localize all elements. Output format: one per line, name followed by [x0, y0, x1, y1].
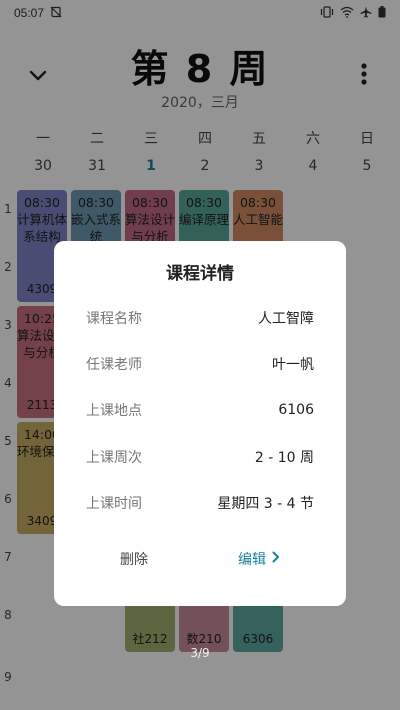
dialog-actions: 删除 编辑: [54, 549, 346, 573]
detail-row-teacher: 任课老师 叶一帆: [86, 353, 314, 375]
detail-row-time: 上课时间 星期四 3 - 4 节: [86, 492, 314, 514]
detail-row-course-name: 课程名称 人工智障: [86, 307, 314, 329]
detail-row-weeks: 上课周次 2 - 10 周: [86, 446, 314, 468]
edit-button[interactable]: 编辑: [238, 549, 280, 569]
detail-label: 任课老师: [86, 357, 142, 373]
detail-label: 上课周次: [86, 450, 142, 466]
detail-value: 人工智障: [258, 311, 314, 327]
detail-row-location: 上课地点 6106: [86, 399, 314, 421]
detail-value: 2 - 10 周: [254, 450, 314, 466]
detail-label: 课程名称: [86, 311, 142, 327]
detail-value: 6106: [278, 402, 314, 418]
chevron-right-icon: [272, 551, 280, 567]
detail-value: 星期四 3 - 4 节: [217, 496, 314, 512]
detail-value: 叶一帆: [272, 357, 314, 373]
dialog-title: 课程详情: [166, 264, 234, 284]
edit-label: 编辑: [238, 552, 266, 568]
page-indicator: 3/9: [190, 646, 210, 660]
detail-label: 上课地点: [86, 403, 142, 419]
course-detail-dialog: 课程详情 课程名称 人工智障 任课老师 叶一帆 上课地点 6106 上课周次 2…: [54, 241, 346, 606]
delete-button[interactable]: 删除: [120, 549, 148, 569]
detail-label: 上课时间: [86, 496, 142, 512]
